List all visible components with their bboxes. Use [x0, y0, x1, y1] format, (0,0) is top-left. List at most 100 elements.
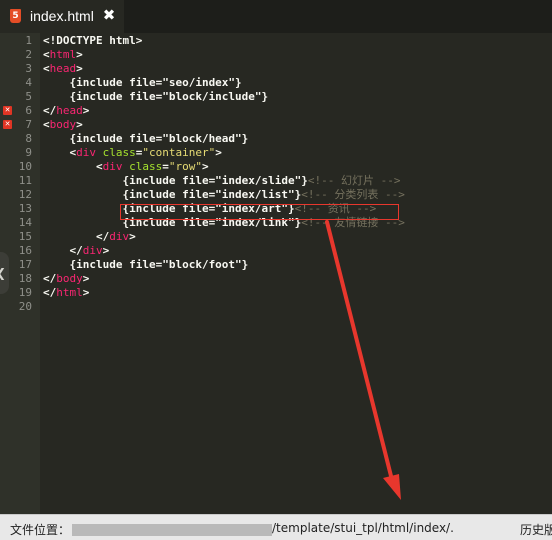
tab-title: index.html	[30, 8, 94, 24]
code-token: =	[162, 160, 169, 173]
code-token: >	[215, 146, 222, 159]
code-line[interactable]: 1 <!DOCTYPE html>	[0, 34, 552, 48]
code-text: <!DOCTYPE html>	[43, 34, 142, 48]
code-line[interactable]: 16 </div>	[0, 244, 552, 258]
code-text: {include file="block/head"}	[43, 132, 248, 146]
code-text: {include file="index/slide"}<!-- 幻灯片 -->	[43, 174, 401, 188]
code-line[interactable]: 2 <html>	[0, 48, 552, 62]
redacted-path-segment	[72, 524, 272, 536]
code-token: class	[129, 160, 163, 173]
code-text: {include file="block/include"}	[43, 90, 268, 104]
line-number: 14	[18, 216, 32, 229]
code-token: </	[43, 272, 57, 285]
code-text: </div>	[43, 244, 109, 258]
editor-window: 5 index.html ✖ 1 <!DOCTYPE html> 2 <html> 3 <…	[0, 0, 552, 540]
line-number: 13	[18, 202, 32, 215]
code-token: html	[49, 48, 77, 61]
code-token: <	[43, 146, 77, 159]
line-number: 10	[18, 160, 32, 173]
code-comment: <!-- 分类列表 -->	[301, 188, 405, 201]
annotation-highlight-box	[120, 204, 399, 220]
code-line[interactable]: ✕ 7 <body>	[0, 118, 552, 132]
code-token: </	[43, 104, 57, 117]
code-line[interactable]: 11 {include file="index/slide"}<!-- 幻灯片 …	[0, 174, 552, 188]
file-location-label: 文件位置：	[10, 523, 71, 537]
code-token: {include file="block/include"}	[43, 90, 269, 103]
line-number: 15	[18, 230, 32, 243]
code-line[interactable]: 5 {include file="block/include"}	[0, 90, 552, 104]
code-token: >	[82, 272, 90, 285]
code-token: "row"	[168, 160, 202, 173]
collapse-panel-handle-icon[interactable]: ❮	[0, 252, 9, 294]
code-token: >	[201, 160, 209, 173]
code-line[interactable]: 17 {include file="block/foot"}	[0, 258, 552, 272]
code-text: {include file="block/foot"}	[43, 258, 248, 272]
code-comment: <!-- 幻灯片 -->	[307, 174, 401, 187]
code-token: "container"	[142, 146, 216, 159]
code-line[interactable]: 15 </div>	[0, 230, 552, 244]
code-line[interactable]: ✕ 6 </head>	[0, 104, 552, 118]
code-token: >	[102, 244, 110, 257]
code-editor[interactable]: 1 <!DOCTYPE html> 2 <html> 3 <head> 4 {include…	[0, 33, 552, 514]
code-text: <body>	[43, 118, 83, 132]
code-token: div	[82, 244, 103, 257]
code-line[interactable]: 3 <head>	[0, 62, 552, 76]
code-line[interactable]: 19 </html>	[0, 286, 552, 300]
code-text: {include file="seo/index"}	[43, 76, 242, 90]
code-token: <	[43, 160, 103, 173]
line-number: 5	[25, 90, 32, 103]
code-token: head	[49, 62, 77, 75]
code-line[interactable]: 10 <div class="row">	[0, 160, 552, 174]
line-number: 1	[25, 34, 32, 47]
code-token: class	[102, 146, 136, 159]
html5-icon: 5	[10, 9, 21, 23]
close-icon[interactable]: ✖	[101, 6, 117, 24]
line-number: 8	[25, 132, 32, 145]
line-number: 20	[18, 300, 32, 313]
code-token: </	[43, 230, 110, 243]
code-text: </body>	[43, 272, 89, 286]
code-token: >	[129, 230, 136, 243]
code-text: </head>	[43, 104, 89, 118]
code-token: {include file="block/foot"}	[43, 258, 249, 271]
code-token: div	[102, 160, 123, 173]
code-token: </	[43, 286, 57, 299]
code-token: >	[76, 118, 83, 131]
line-number: 3	[25, 62, 32, 75]
code-text: <html>	[43, 48, 83, 62]
code-token: head	[56, 104, 83, 117]
code-token: >	[82, 286, 90, 299]
code-token: {include file="block/head"}	[43, 132, 249, 145]
code-line[interactable]: 9 <div class="container">	[0, 146, 552, 160]
line-number: 11	[18, 174, 32, 187]
code-token: </	[43, 244, 83, 257]
tab-bar: 5 index.html ✖	[0, 0, 552, 33]
code-line[interactable]: 18 </body>	[0, 272, 552, 286]
code-text: <div class="row">	[43, 160, 209, 174]
line-number: 12	[18, 188, 32, 201]
code-token: <!DOCTYPE html>	[43, 34, 143, 47]
code-token: body	[49, 118, 77, 131]
code-token: {include file="index/slide"}	[43, 174, 308, 187]
code-line[interactable]: 4 {include file="seo/index"}	[0, 76, 552, 90]
line-number: 6	[25, 104, 32, 117]
line-number: 4	[25, 76, 32, 89]
code-text: </div>	[43, 230, 136, 244]
history-versions-link[interactable]: 历史版本	[520, 521, 552, 538]
code-token: <	[43, 118, 50, 131]
code-token: >	[76, 62, 83, 75]
code-token: {include file="seo/index"}	[43, 76, 242, 89]
line-number: 7	[25, 118, 32, 131]
tab-index-html[interactable]: 5 index.html ✖	[0, 0, 124, 33]
code-line[interactable]: 12 {include file="index/list"}<!-- 分类列表 …	[0, 188, 552, 202]
code-line[interactable]: 8 {include file="block/head"}	[0, 132, 552, 146]
code-text: </html>	[43, 286, 89, 300]
code-token: html	[56, 286, 83, 299]
file-path: /template/stui_tpl/html/index/.	[272, 521, 454, 535]
code-token: div	[76, 146, 96, 159]
code-token: <	[43, 62, 50, 75]
code-text: {include file="index/list"}<!-- 分类列表 -->	[43, 188, 405, 202]
code-token: >	[82, 104, 90, 117]
code-line[interactable]: 20	[0, 300, 552, 314]
